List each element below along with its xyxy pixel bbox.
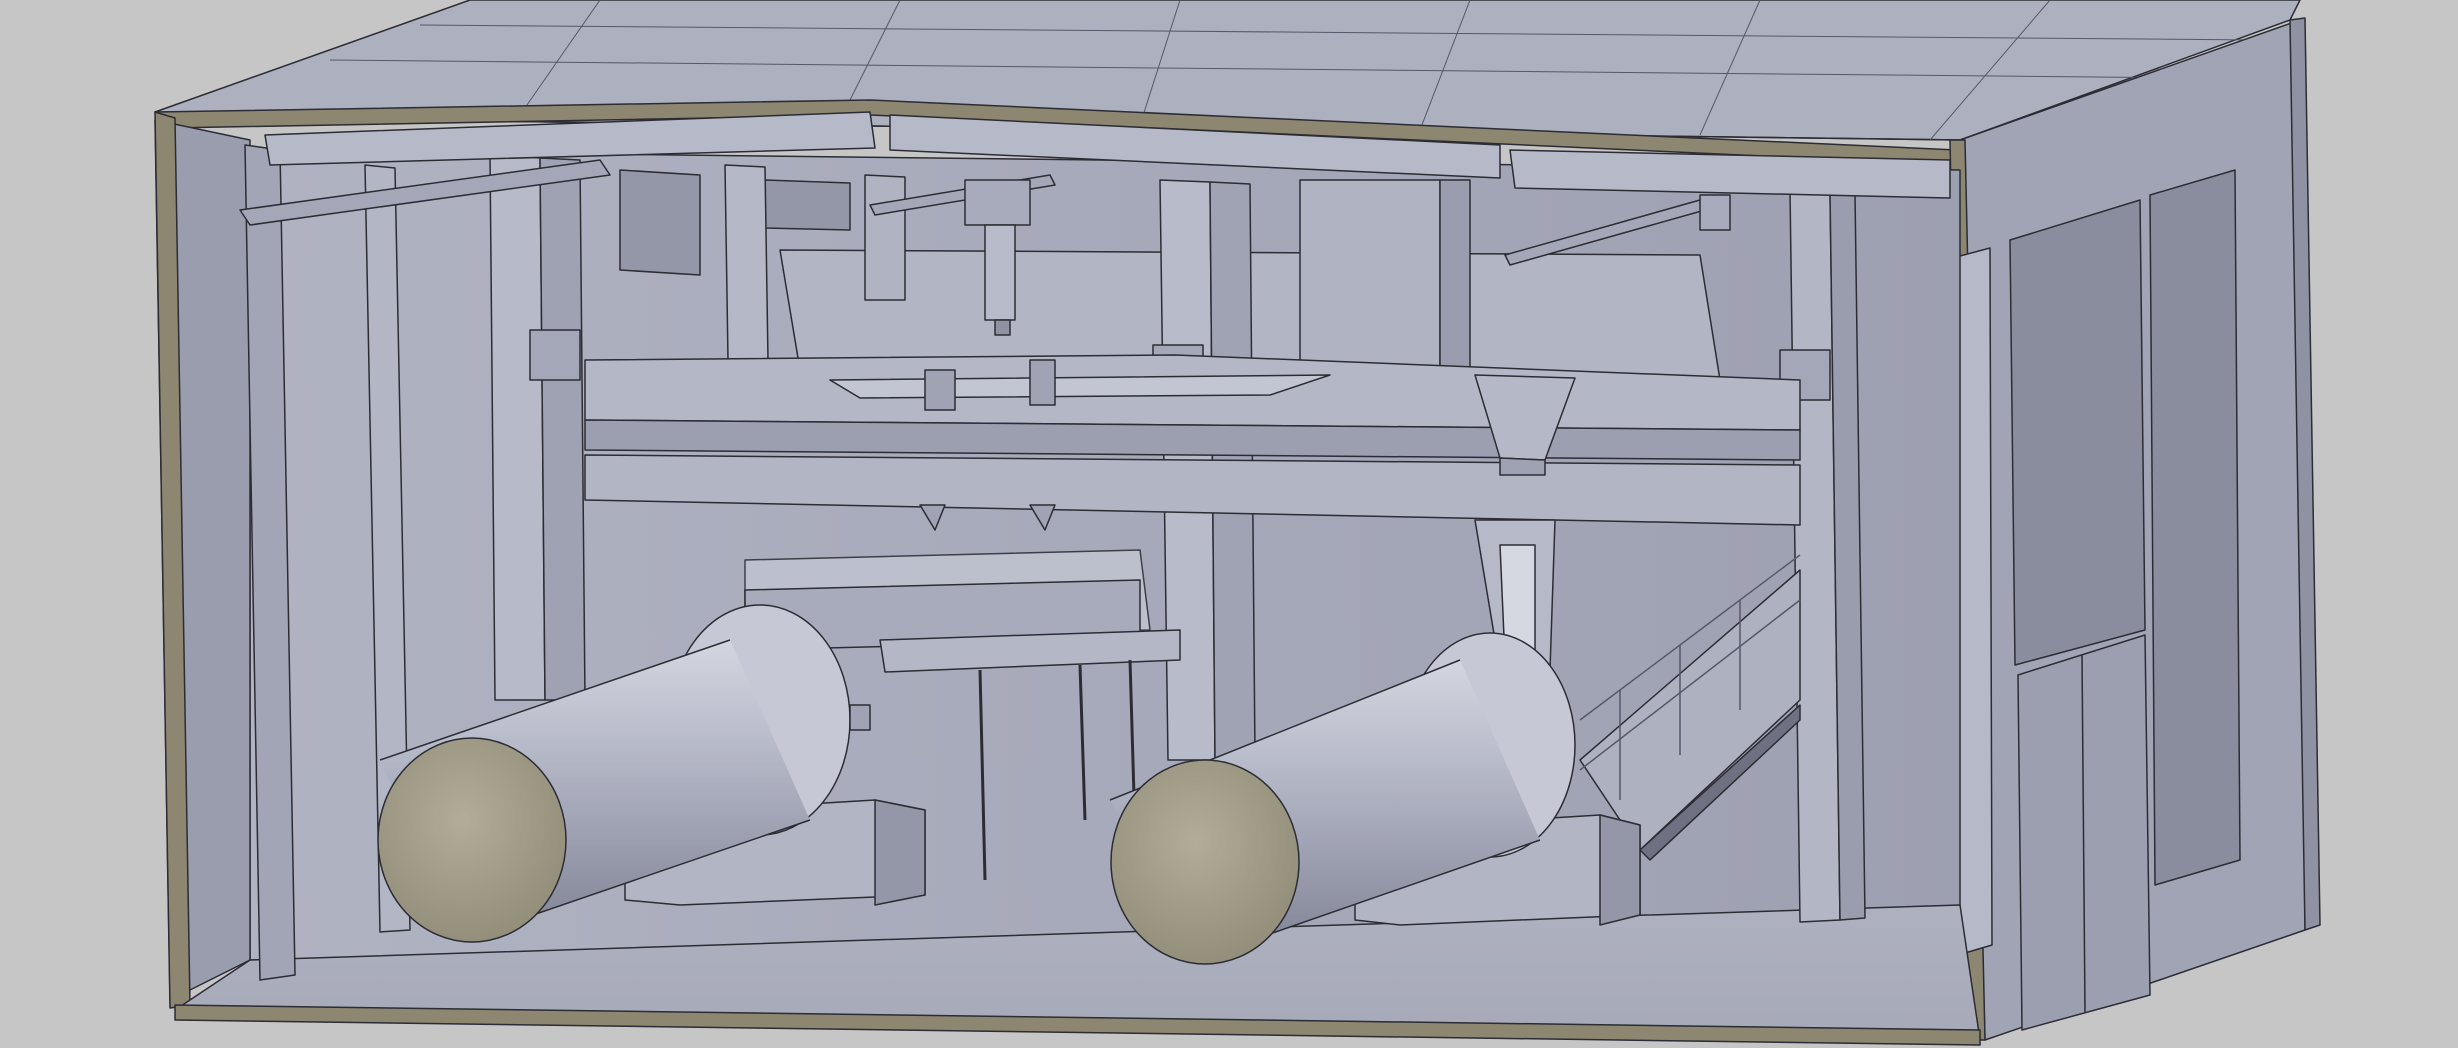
window-upper xyxy=(2009,199,2146,666)
double-door xyxy=(2017,634,2151,1031)
window-right xyxy=(2149,169,2241,886)
left-wall xyxy=(154,111,251,1009)
cad-section-render[interactable] xyxy=(0,0,2458,1048)
mezzanine-platform xyxy=(584,354,1801,526)
3d-model-viewport[interactable] xyxy=(0,0,2458,1048)
